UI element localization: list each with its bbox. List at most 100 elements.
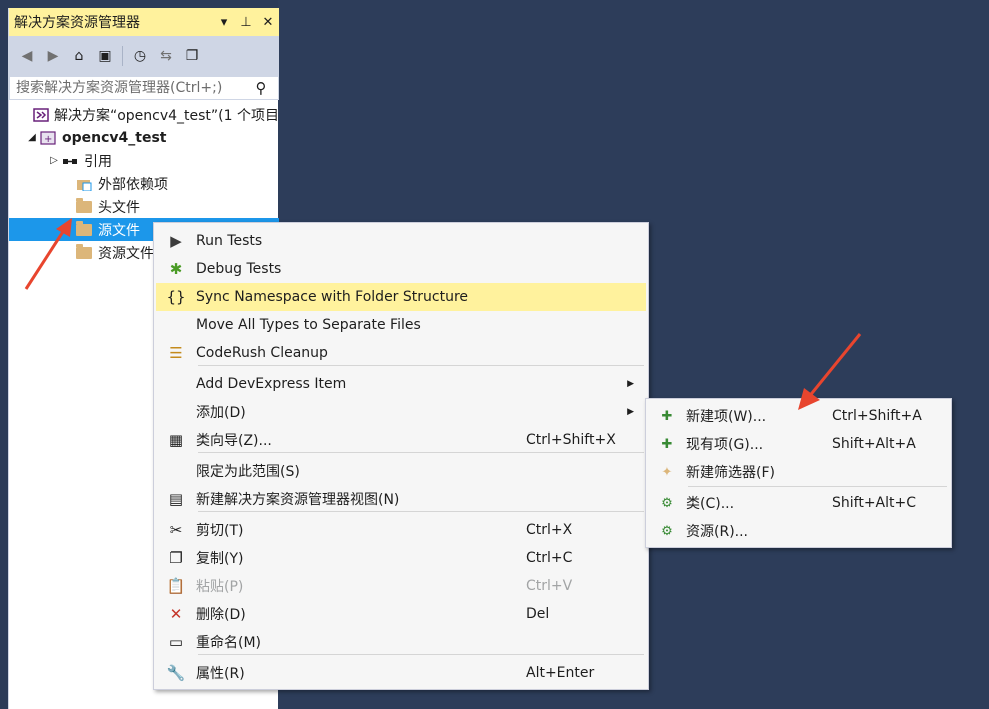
panel-title: 解决方案资源管理器 xyxy=(14,15,140,31)
dropdown-icon[interactable]: ▾ xyxy=(213,11,235,33)
context-menu-item[interactable]: Move All Types to Separate Files xyxy=(156,311,646,339)
submenu-item-label: 现有项(G)... xyxy=(686,437,764,453)
context-menu-item[interactable]: ❐ 复制(Y) Ctrl+C xyxy=(156,544,646,572)
menu-item-label: Run Tests xyxy=(196,233,263,249)
folder-icon xyxy=(75,243,93,261)
submenu-arrow-icon: ▶ xyxy=(627,407,634,417)
context-menu-item[interactable]: ▦ 类向导(Z)... Ctrl+Shift+X xyxy=(156,426,646,454)
cut-scissors-icon: ✂ xyxy=(169,521,183,539)
class-icon: ⚙ xyxy=(661,495,673,511)
submenu-item[interactable]: ✚ 新建项(W)... Ctrl+Shift+A xyxy=(648,402,949,430)
panel-toolbar: ◀ ▶ ⌂ ▣ ◷ ⇆ ❐ xyxy=(9,36,279,76)
menu-separator xyxy=(688,486,947,487)
menu-item-label: Debug Tests xyxy=(196,261,282,277)
menu-item-label: 类向导(Z)... xyxy=(196,433,272,449)
tree-item-label: 头文件 xyxy=(98,199,140,216)
context-menu-item[interactable]: ✂ 剪切(T) Ctrl+X xyxy=(156,516,646,544)
tree-item-label: 外部依赖项 xyxy=(98,176,168,193)
new-item-icon: ✚ xyxy=(661,408,673,424)
search-icon[interactable]: ⚲ xyxy=(244,79,278,97)
folder-icon xyxy=(75,220,93,238)
add-submenu: ✚ 新建项(W)... Ctrl+Shift+A ✚ 现有项(G)... Shift+Al… xyxy=(645,398,952,548)
rename-icon: ▭ xyxy=(168,633,184,651)
new-filter-icon: ✦ xyxy=(661,464,673,480)
debug-bug-icon: ✱ xyxy=(169,260,183,278)
menu-item-shortcut: Del xyxy=(526,606,550,622)
solution-icon xyxy=(33,107,49,123)
tree-item[interactable]: 头文件 xyxy=(9,195,279,218)
submenu-item[interactable]: ⚙ 资源(R)... xyxy=(648,517,949,545)
context-menu-item[interactable]: ▭ 重命名(M) xyxy=(156,628,646,656)
menu-item-label: 添加(D) xyxy=(196,405,246,421)
menu-item-label: Add DevExpress Item xyxy=(196,376,347,392)
context-menu-item: 📋 粘贴(P) Ctrl+V xyxy=(156,572,646,600)
menu-item-shortcut: Ctrl+V xyxy=(526,578,573,594)
submenu-item[interactable]: ⚙ 类(C)... Shift+Alt+C xyxy=(648,489,949,517)
home-icon[interactable]: ⌂ xyxy=(67,44,91,68)
menu-item-shortcut: Ctrl+C xyxy=(526,550,573,566)
submenu-item-shortcut: Shift+Alt+C xyxy=(832,495,917,511)
class-wizard-icon: ▦ xyxy=(168,431,184,449)
resource-icon: ⚙ xyxy=(661,523,673,539)
menu-item-label: 剪切(T) xyxy=(196,523,244,539)
tree-item-label: 引用 xyxy=(84,153,112,170)
submenu-item-shortcut: Ctrl+Shift+A xyxy=(832,408,922,424)
existing-item-icon: ✚ xyxy=(661,436,673,452)
search-input[interactable] xyxy=(10,78,244,98)
context-menu-item[interactable]: ✱ Debug Tests xyxy=(156,255,646,283)
context-menu-item[interactable]: 添加(D) ▶ xyxy=(156,398,646,426)
menu-item-label: Sync Namespace with Folder Structure xyxy=(196,289,469,305)
tree-item[interactable]: 外部依赖项 xyxy=(9,172,279,195)
context-menu-item[interactable]: ▤ 新建解决方案资源管理器视图(N) xyxy=(156,485,646,513)
copy-icon: ❐ xyxy=(169,549,183,567)
tree-item-label: opencv4_test xyxy=(62,129,167,146)
svg-text:+: + xyxy=(44,134,52,145)
menu-item-shortcut: Alt+Enter xyxy=(526,665,595,681)
tree-item-label: 源文件 xyxy=(98,222,140,239)
paste-icon: 📋 xyxy=(166,577,186,595)
context-menu-item[interactable]: 🔧 属性(R) Alt+Enter xyxy=(156,659,646,687)
history-icon[interactable]: ◷ xyxy=(128,44,152,68)
tree-item-label: 资源文件 xyxy=(98,245,154,262)
menu-item-label: 删除(D) xyxy=(196,607,246,623)
pin-icon[interactable]: ⊥ xyxy=(235,11,257,33)
tree-item[interactable]: ▷ 引用 xyxy=(9,149,279,172)
context-menu-item[interactable]: 限定为此范围(S) xyxy=(156,457,646,485)
project-icon: + xyxy=(39,130,57,146)
external-dependencies-icon xyxy=(75,176,93,192)
context-menu-item[interactable]: ✕ 删除(D) Del xyxy=(156,600,646,628)
context-menu-item[interactable]: ▶ Run Tests xyxy=(156,227,646,255)
namespace-icon: {} xyxy=(166,288,186,306)
cleanup-broom-icon: ☰ xyxy=(169,344,183,362)
tree-item[interactable]: ◢ + opencv4_test xyxy=(9,126,279,149)
collapse-all-icon[interactable]: ❐ xyxy=(180,44,204,68)
delete-x-icon: ✕ xyxy=(169,605,183,623)
tree-item[interactable]: 解决方案“opencv4_test”(1 个项目 xyxy=(9,103,279,126)
menu-item-label: 重命名(M) xyxy=(196,635,262,651)
context-menu-item[interactable]: Add DevExpress Item ▶ xyxy=(156,370,646,398)
context-menu-item[interactable]: {} Sync Namespace with Folder Structure xyxy=(156,283,646,311)
expander-icon[interactable]: ◢ xyxy=(25,132,39,143)
properties-wrench-icon: 🔧 xyxy=(166,664,186,682)
submenu-item-label: 新建项(W)... xyxy=(686,409,767,425)
forward-icon[interactable]: ▶ xyxy=(41,44,65,68)
new-view-icon: ▤ xyxy=(168,490,184,508)
expander-icon[interactable]: ▷ xyxy=(47,155,61,166)
menu-item-label: 属性(R) xyxy=(196,666,245,682)
menu-item-label: Move All Types to Separate Files xyxy=(196,317,421,333)
close-icon[interactable]: ✕ xyxy=(257,11,279,33)
sync-icon[interactable]: ⇆ xyxy=(154,44,178,68)
submenu-item[interactable]: ✦ 新建筛选器(F) xyxy=(648,458,949,486)
menu-item-label: CodeRush Cleanup xyxy=(196,345,328,361)
submenu-item[interactable]: ✚ 现有项(G)... Shift+Alt+A xyxy=(648,430,949,458)
back-icon[interactable]: ◀ xyxy=(15,44,39,68)
switch-views-icon[interactable]: ▣ xyxy=(93,44,117,68)
panel-titlebar: 解决方案资源管理器 ▾ ⊥ ✕ xyxy=(9,8,279,36)
menu-item-label: 粘贴(P) xyxy=(196,579,244,595)
menu-item-shortcut: Ctrl+X xyxy=(526,522,573,538)
toolbar-separator xyxy=(122,46,123,66)
folder-icon xyxy=(75,197,93,215)
context-menu-item[interactable]: ☰ CodeRush Cleanup xyxy=(156,339,646,367)
menu-item-label: 限定为此范围(S) xyxy=(196,464,300,480)
menu-item-shortcut: Ctrl+Shift+X xyxy=(526,432,616,448)
